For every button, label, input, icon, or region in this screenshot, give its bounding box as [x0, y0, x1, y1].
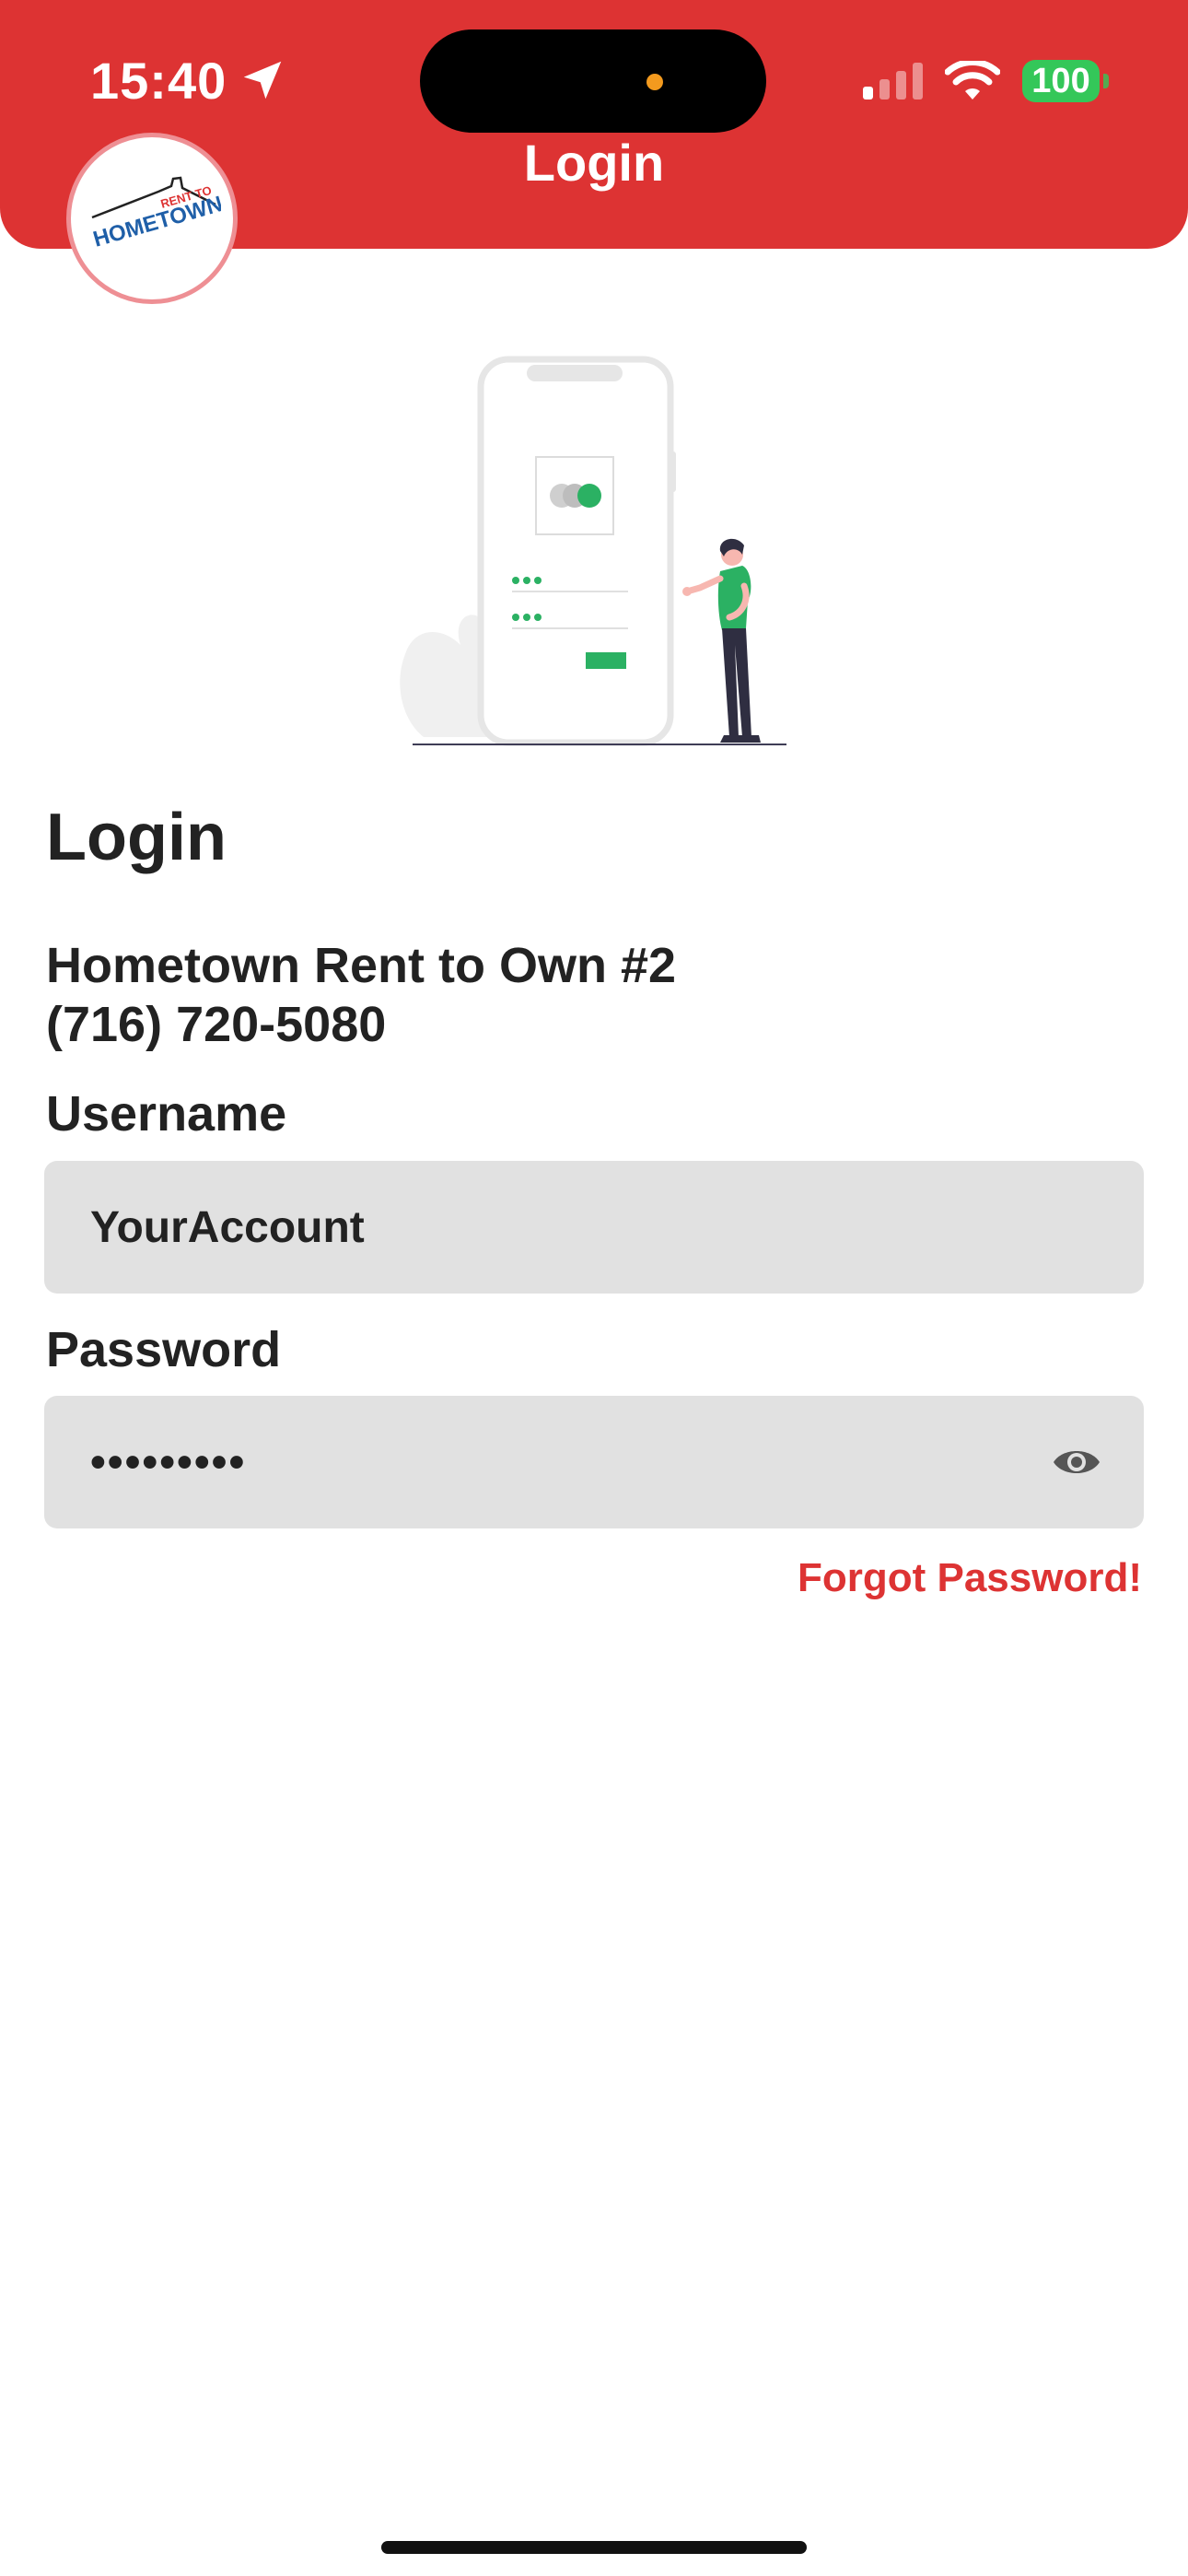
- username-input-value: YourAccount: [90, 1202, 365, 1252]
- cellular-signal-icon: [863, 63, 923, 100]
- login-illustration: [400, 356, 786, 746]
- dynamic-island: [420, 29, 766, 133]
- password-label: Password: [46, 1322, 282, 1377]
- svg-text:HOMETOWN: HOMETOWN: [90, 192, 221, 252]
- hometown-logo: RENT TO HOMETOWN: [66, 133, 238, 304]
- status-right-cluster: 100: [863, 53, 1109, 109]
- store-name: Hometown Rent to Own #2: [46, 938, 677, 993]
- battery-icon: 100: [1022, 60, 1109, 102]
- show-password-eye-icon[interactable]: [1052, 1444, 1101, 1481]
- home-indicator[interactable]: [381, 2541, 807, 2554]
- privacy-indicator-dot: [646, 74, 663, 90]
- status-time-text: 15:40: [90, 51, 227, 110]
- username-label: Username: [46, 1086, 287, 1142]
- store-phone[interactable]: (716) 720-5080: [46, 995, 386, 1054]
- location-arrow-icon: [243, 61, 282, 100]
- wifi-icon: [945, 61, 1000, 100]
- hometown-logo-icon: RENT TO HOMETOWN: [90, 176, 221, 252]
- battery-level: 100: [1022, 60, 1100, 102]
- login-screen: 15:40 100 Login RENT TO HOMETOWN Login H…: [0, 0, 1188, 2576]
- password-input-value: •••••••••: [90, 1437, 247, 1487]
- app-header: 15:40 100 Login RENT TO HOMETOWN: [0, 0, 1188, 304]
- page-title: Login: [46, 801, 227, 874]
- username-input[interactable]: YourAccount: [44, 1161, 1144, 1294]
- forgot-password-link[interactable]: Forgot Password!: [798, 1555, 1142, 1601]
- password-input[interactable]: •••••••••: [44, 1396, 1144, 1528]
- status-time: 15:40: [90, 48, 287, 112]
